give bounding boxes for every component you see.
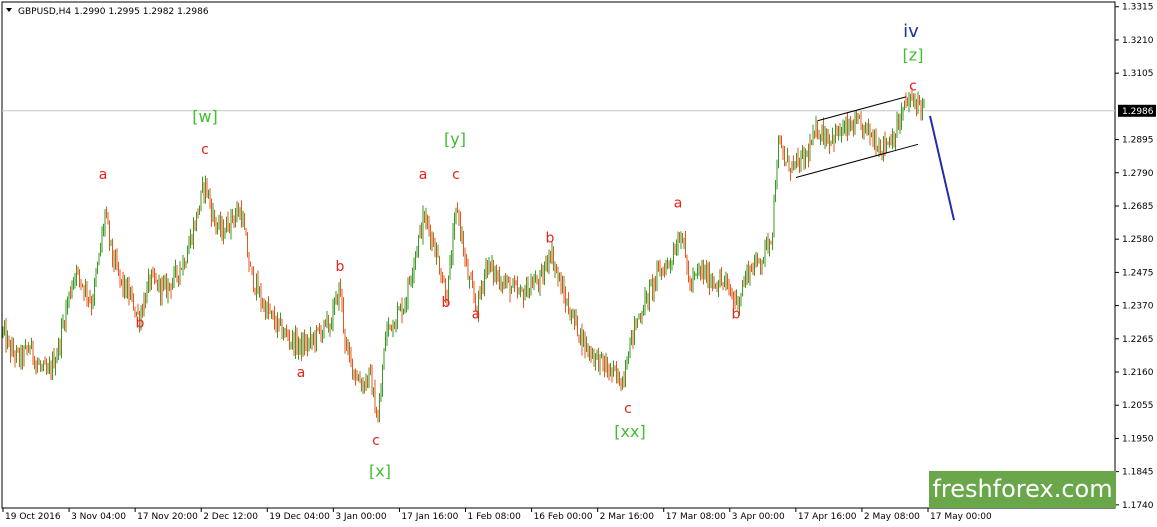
wave-label: c — [452, 167, 460, 183]
wave-label: iv — [903, 21, 919, 42]
price-chart: 1.3315 1.3210 1.3105 1.2895 1.2790 1.2685 1.25… — [1, 1, 1156, 522]
x-tick-label: 17 May 00:00 — [930, 512, 992, 522]
wave-label: c — [909, 79, 917, 95]
wave-label: a — [419, 167, 428, 183]
wave-label: b — [336, 259, 345, 275]
symbol-ohlc-text: GBPUSD,H4 1.2990 1.2995 1.2982 1.2986 — [18, 7, 209, 17]
x-tick-label: 2 May 08:00 — [864, 512, 920, 522]
wave-label: b — [732, 306, 741, 322]
wave-label: c — [201, 142, 209, 158]
x-tick-label: 17 Nov 20:00 — [137, 512, 198, 522]
x-tick-label: 19 Oct 2016 — [5, 512, 61, 522]
current-price-label: 1.2986 — [1122, 107, 1154, 117]
wave-label: a — [472, 306, 481, 322]
wave-label: b — [136, 316, 145, 332]
x-axis: 19 Oct 2016 3 Nov 04:00 17 Nov 20:00 2 Dec … — [2, 508, 992, 522]
y-tick-label: 1.2160 — [1122, 368, 1154, 378]
wave-label: [xx] — [614, 422, 645, 441]
y-tick-label: 1.1740 — [1122, 501, 1154, 511]
watermark-logo: freshforex.com — [929, 471, 1116, 508]
x-tick-label: 17 Mar 08:00 — [666, 512, 726, 522]
header: GBPUSD,H4 1.2990 1.2995 1.2982 1.2986 — [6, 7, 209, 17]
x-tick-label: 2 Dec 12:00 — [203, 512, 258, 522]
x-tick-label: 3 Nov 04:00 — [71, 512, 126, 522]
y-tick-label: 1.2265 — [1122, 335, 1154, 345]
y-tick-label: 1.3105 — [1122, 69, 1154, 79]
wave-label: a — [674, 196, 683, 212]
wave-label: [x] — [369, 461, 391, 480]
wave-label: [z] — [903, 46, 924, 65]
x-tick-label: 17 Apr 16:00 — [798, 512, 857, 522]
wave-label: [w] — [192, 107, 218, 126]
wave-label: b — [442, 295, 451, 311]
x-tick-label: 3 Apr 00:00 — [732, 512, 785, 522]
wave-label: a — [297, 365, 306, 381]
y-axis: 1.3315 1.3210 1.3105 1.2895 1.2790 1.2685 1.25… — [1115, 3, 1156, 511]
wave-label: a — [99, 167, 108, 183]
x-tick-label: 3 Jan 00:00 — [335, 512, 387, 522]
y-tick-label: 1.2790 — [1122, 169, 1154, 179]
y-tick-label: 1.3210 — [1122, 36, 1154, 46]
wave-label: [y] — [444, 129, 466, 148]
y-tick-label: 1.2475 — [1122, 268, 1154, 278]
x-tick-label: 1 Feb 08:00 — [468, 512, 522, 522]
y-tick-label: 1.1845 — [1122, 468, 1154, 478]
y-tick-label: 1.2685 — [1122, 202, 1154, 212]
x-tick-label: 19 Dec 04:00 — [269, 512, 330, 522]
y-tick-label: 1.2370 — [1122, 302, 1154, 312]
x-tick-label: 17 Jan 16:00 — [401, 512, 458, 522]
y-tick-label: 1.2055 — [1122, 401, 1154, 411]
wave-label: c — [372, 433, 380, 449]
wave-label: b — [546, 230, 555, 246]
wave-label: c — [624, 401, 632, 417]
x-tick-label: 16 Feb 00:00 — [534, 512, 593, 522]
y-tick-label: 1.1950 — [1122, 434, 1154, 444]
plot-area — [1, 1, 1116, 509]
x-tick-label: 2 Mar 16:00 — [600, 512, 655, 522]
y-tick-label: 1.3315 — [1122, 3, 1154, 13]
y-tick-label: 1.2580 — [1122, 235, 1154, 245]
y-tick-label: 1.2895 — [1122, 136, 1154, 146]
